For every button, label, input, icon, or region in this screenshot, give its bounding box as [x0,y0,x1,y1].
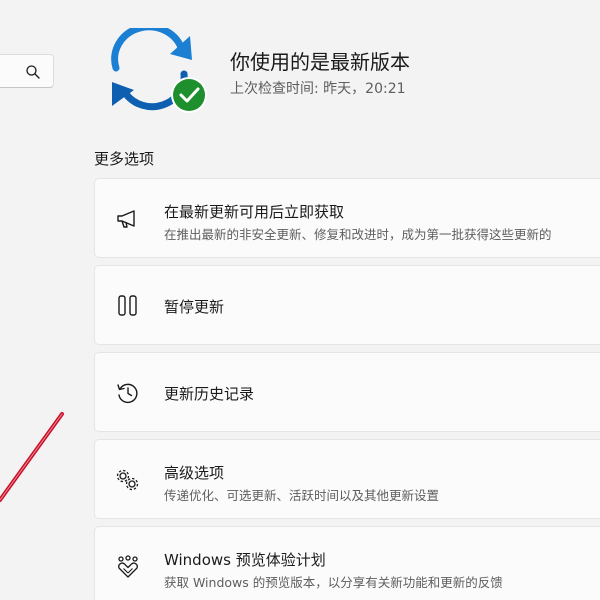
search-input[interactable] [0,54,54,88]
annotation-arrow [0,412,64,502]
option-title: 暂停更新 [164,298,225,316]
option-description: 传递优化、可选更新、活跃时间以及其他更新设置 [164,488,440,503]
status-title: 你使用的是最新版本 [230,50,410,74]
insider-hearts-icon [118,555,138,578]
option-description: 获取 Windows 的预览版本，以分享有关新功能和更新的反馈 [164,575,503,590]
option-title: 在最新更新可用后立即获取 [164,203,345,221]
sync-check-icon [111,28,207,113]
option-title: 更新历史记录 [164,385,255,403]
option-title: 高级选项 [164,464,225,482]
last-checked-text: 上次检查时间: 昨天，20:21 [230,81,406,97]
option-title: Windows 预览体验计划 [164,551,326,569]
option-windows-insider[interactable]: Windows 预览体验计划 获取 Windows 的预览版本，以分享有关新功能… [94,526,600,600]
search-icon[interactable] [25,64,41,80]
option-advanced-options[interactable]: 高级选项 传递优化、可选更新、活跃时间以及其他更新设置 [94,439,600,519]
option-get-latest-updates[interactable]: 在最新更新可用后立即获取 在推出最新的非安全更新、修复和改进时，成为第一批获得这… [94,178,600,258]
option-description: 在推出最新的非安全更新、修复和改进时，成为第一批获得这些更新的 [164,227,552,242]
pause-icon [118,295,137,316]
windows-update-page: 你使用的是最新版本 上次检查时间: 昨天，20:21 更多选项 在最新更新可用后… [0,0,600,600]
option-update-history[interactable]: 更新历史记录 [94,352,600,432]
megaphone-icon [117,210,135,228]
gears-icon [116,469,139,491]
history-icon [117,383,138,404]
option-pause-updates[interactable]: 暂停更新 [94,265,600,345]
more-options-heading: 更多选项 [94,150,155,168]
